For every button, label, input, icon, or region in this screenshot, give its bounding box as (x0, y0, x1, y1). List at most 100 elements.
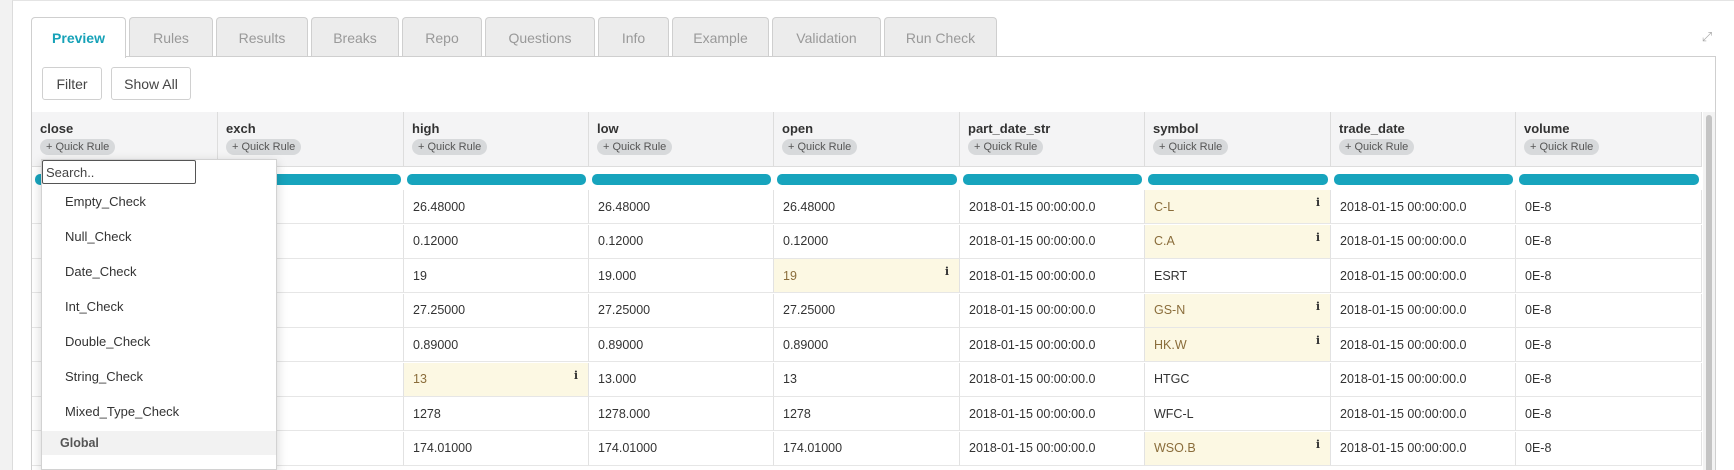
table-cell[interactable]: 0E-8 (1516, 224, 1702, 259)
quick-rule-button[interactable]: + Quick Rule (412, 139, 488, 155)
rule-option-string-check[interactable]: String_Check (42, 359, 276, 394)
table-cell[interactable]: 2018-01-15 00:00:00.0 (1331, 397, 1516, 431)
tab-rules[interactable]: Rules (129, 17, 213, 57)
column-header-trade-date[interactable]: trade_date + Quick Rule (1331, 112, 1516, 167)
table-cell[interactable]: 27.25000 (404, 293, 589, 328)
table-cell[interactable]: 174.01000 (774, 431, 960, 466)
rule-option-int-check[interactable]: Int_Check (42, 289, 276, 324)
table-cell[interactable]: C-L i (1145, 190, 1331, 224)
vertical-scrollbar[interactable] (1703, 112, 1715, 470)
table-cell[interactable]: 2018-01-15 00:00:00.0 (1331, 190, 1516, 224)
table-cell[interactable]: 0.89000 (589, 328, 774, 362)
table-cell[interactable]: 174.01000 (589, 431, 774, 466)
table-cell[interactable]: 19.000 (589, 259, 774, 293)
table-cell[interactable]: 19 i (774, 259, 960, 293)
column-header-symbol[interactable]: symbol + Quick Rule (1145, 112, 1331, 167)
filter-button[interactable]: Filter (42, 67, 102, 100)
table-cell[interactable]: 2018-01-15 00:00:00.0 (960, 362, 1145, 397)
tab-preview[interactable]: Preview (31, 17, 126, 58)
table-cell[interactable]: 0E-8 (1516, 293, 1702, 328)
table-cell[interactable]: 174.01000 (404, 431, 589, 466)
info-icon[interactable]: i (574, 369, 578, 382)
table-cell[interactable]: 26.48000 (774, 190, 960, 224)
column-header-open[interactable]: open + Quick Rule (774, 112, 960, 167)
rule-option-date-check[interactable]: Date_Check (42, 254, 276, 289)
table-cell[interactable]: 2018-01-15 00:00:00.0 (960, 293, 1145, 328)
info-icon[interactable]: i (1316, 300, 1320, 313)
quick-rule-button[interactable]: + Quick Rule (1524, 139, 1600, 155)
table-cell[interactable]: 2018-01-15 00:00:00.0 (1331, 259, 1516, 293)
table-cell[interactable]: 26.48000 (404, 190, 589, 224)
column-header-part-date-str[interactable]: part_date_str + Quick Rule (960, 112, 1145, 167)
table-cell[interactable]: 2018-01-15 00:00:00.0 (960, 397, 1145, 431)
tab-repo[interactable]: Repo (402, 17, 482, 57)
quick-rule-button[interactable]: + Quick Rule (226, 139, 302, 155)
table-cell[interactable]: 27.25000 (774, 293, 960, 328)
info-icon[interactable]: i (1316, 438, 1320, 451)
table-cell[interactable]: C.A i (1145, 224, 1331, 259)
table-cell[interactable]: 2018-01-15 00:00:00.0 (960, 259, 1145, 293)
table-cell[interactable]: 13 (774, 362, 960, 397)
table-cell[interactable]: 13.000 (589, 362, 774, 397)
table-cell[interactable]: 2018-01-15 00:00:00.0 (960, 224, 1145, 259)
quick-rule-button[interactable]: + Quick Rule (1339, 139, 1415, 155)
expand-icon[interactable]: ⤢ (1700, 30, 1714, 44)
tab-breaks[interactable]: Breaks (311, 17, 399, 57)
info-icon[interactable]: i (1316, 334, 1320, 347)
column-header-high[interactable]: high + Quick Rule (404, 112, 589, 167)
rule-search-input[interactable] (42, 160, 196, 184)
table-cell[interactable]: 27.25000 (589, 293, 774, 328)
table-cell[interactable]: 1278 (404, 397, 589, 431)
table-cell[interactable]: 2018-01-15 00:00:00.0 (1331, 224, 1516, 259)
show-all-button[interactable]: Show All (111, 67, 191, 100)
table-cell[interactable]: 0E-8 (1516, 362, 1702, 397)
table-cell[interactable]: GS-N i (1145, 293, 1331, 328)
table-cell[interactable]: HK.W i (1145, 328, 1331, 362)
table-cell[interactable]: 0.89000 (774, 328, 960, 362)
column-header-low[interactable]: low + Quick Rule (589, 112, 774, 167)
scrollbar-thumb[interactable] (1706, 115, 1712, 470)
table-cell[interactable]: 26.48000 (589, 190, 774, 224)
table-cell[interactable]: 0.12000 (774, 224, 960, 259)
table-cell[interactable]: 1278 (774, 397, 960, 431)
table-cell[interactable]: 2018-01-15 00:00:00.0 (960, 328, 1145, 362)
tab-info[interactable]: Info (598, 17, 669, 57)
quick-rule-button[interactable]: + Quick Rule (40, 139, 116, 155)
table-cell[interactable]: HTGC (1145, 362, 1331, 397)
tab-results[interactable]: Results (216, 17, 308, 57)
tab-example[interactable]: Example (672, 17, 769, 57)
table-cell[interactable]: ESRT (1145, 259, 1331, 293)
info-icon[interactable]: i (1316, 231, 1320, 244)
quick-rule-button[interactable]: + Quick Rule (597, 139, 673, 155)
table-cell[interactable]: 0E-8 (1516, 431, 1702, 466)
column-header-volume[interactable]: volume + Quick Rule (1516, 112, 1702, 167)
tab-questions[interactable]: Questions (485, 17, 595, 57)
table-cell[interactable]: 0E-8 (1516, 259, 1702, 293)
table-cell[interactable]: 13 i (404, 362, 589, 397)
table-cell[interactable]: 0.89000 (404, 328, 589, 362)
table-cell[interactable]: 0.12000 (589, 224, 774, 259)
table-cell[interactable]: 2018-01-15 00:00:00.0 (1331, 431, 1516, 466)
table-cell[interactable]: 2018-01-15 00:00:00.0 (1331, 328, 1516, 362)
quick-rule-button[interactable]: + Quick Rule (968, 139, 1044, 155)
info-icon[interactable]: i (945, 265, 949, 278)
tab-validation[interactable]: Validation (772, 17, 881, 57)
table-cell[interactable]: 1278.000 (589, 397, 774, 431)
tab-run-check[interactable]: Run Check (884, 17, 997, 57)
quick-rule-button[interactable]: + Quick Rule (1153, 139, 1229, 155)
rule-option-mixed-type-check[interactable]: Mixed_Type_Check (42, 394, 276, 429)
table-cell[interactable]: 2018-01-15 00:00:00.0 (1331, 293, 1516, 328)
table-cell[interactable]: 0E-8 (1516, 328, 1702, 362)
table-cell[interactable]: 0E-8 (1516, 190, 1702, 224)
quick-rule-button[interactable]: + Quick Rule (782, 139, 858, 155)
table-cell[interactable]: 2018-01-15 00:00:00.0 (1331, 362, 1516, 397)
table-cell[interactable]: 19 (404, 259, 589, 293)
rule-option-null-check[interactable]: Null_Check (42, 219, 276, 254)
table-cell[interactable]: 2018-01-15 00:00:00.0 (960, 190, 1145, 224)
info-icon[interactable]: i (1316, 196, 1320, 209)
table-cell[interactable]: 2018-01-15 00:00:00.0 (960, 431, 1145, 466)
table-cell[interactable]: WFC-L (1145, 397, 1331, 431)
rule-option-double-check[interactable]: Double_Check (42, 324, 276, 359)
rule-option-empty-check[interactable]: Empty_Check (42, 184, 276, 219)
table-cell[interactable]: WSO.B i (1145, 431, 1331, 466)
